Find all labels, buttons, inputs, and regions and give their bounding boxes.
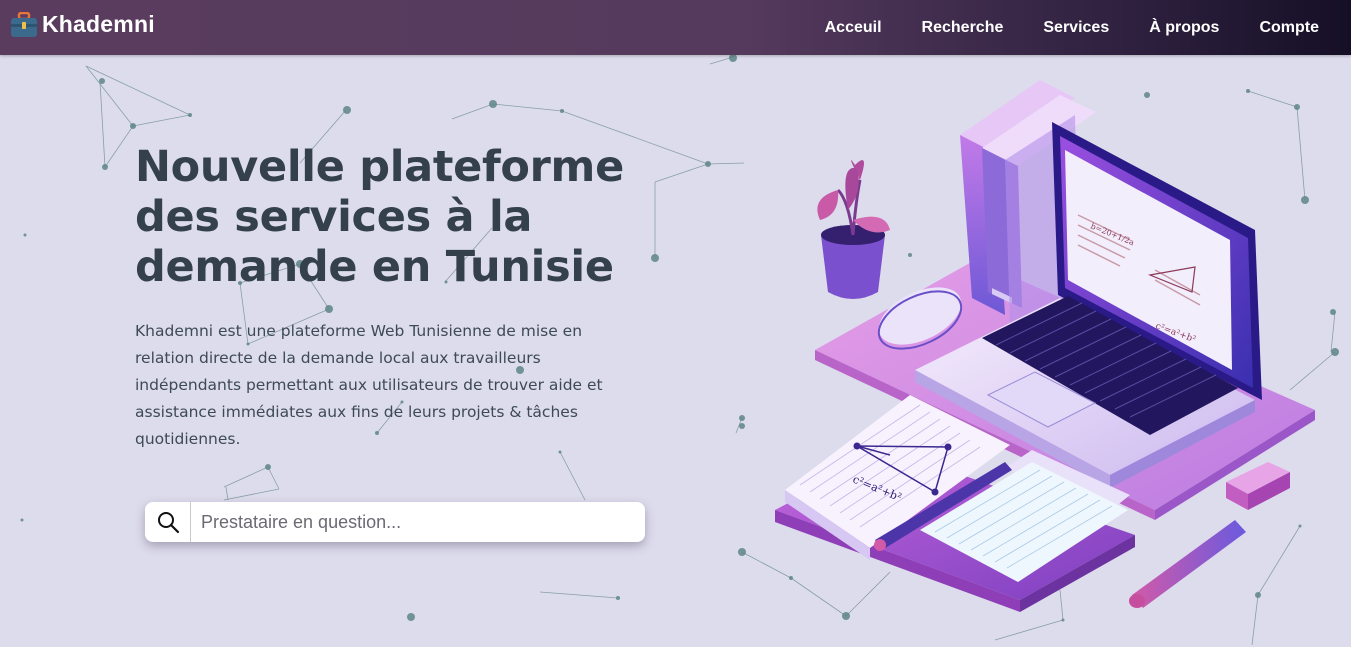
page: Khademni Acceuil Recherche Services À pr… bbox=[0, 0, 1351, 647]
search-bar bbox=[145, 502, 645, 542]
brand-name: Khademni bbox=[42, 11, 155, 37]
nav-link-acceuil[interactable]: Acceuil bbox=[825, 19, 882, 37]
nav-link-services[interactable]: Services bbox=[1043, 19, 1109, 37]
hero-title: Nouvelle plateforme des services à la de… bbox=[135, 142, 624, 292]
nav-link-recherche[interactable]: Recherche bbox=[922, 19, 1004, 37]
nav-link-a-propos[interactable]: À propos bbox=[1149, 19, 1219, 37]
brand-logo[interactable]: Khademni bbox=[10, 11, 155, 38]
hero-description: Khademni est une plateforme Web Tunisien… bbox=[135, 322, 603, 448]
search-input[interactable] bbox=[191, 504, 645, 540]
top-navbar: Khademni Acceuil Recherche Services À pr… bbox=[0, 0, 1351, 55]
search-icon[interactable] bbox=[145, 502, 191, 542]
briefcase-icon bbox=[11, 11, 37, 37]
main-nav: Acceuil Recherche Services À propos Comp… bbox=[785, 0, 1319, 55]
nav-link-compte[interactable]: Compte bbox=[1259, 19, 1319, 37]
hero-illustration: b=20+1/2a c²=a²+b² c²=a²+b² bbox=[775, 80, 1315, 612]
